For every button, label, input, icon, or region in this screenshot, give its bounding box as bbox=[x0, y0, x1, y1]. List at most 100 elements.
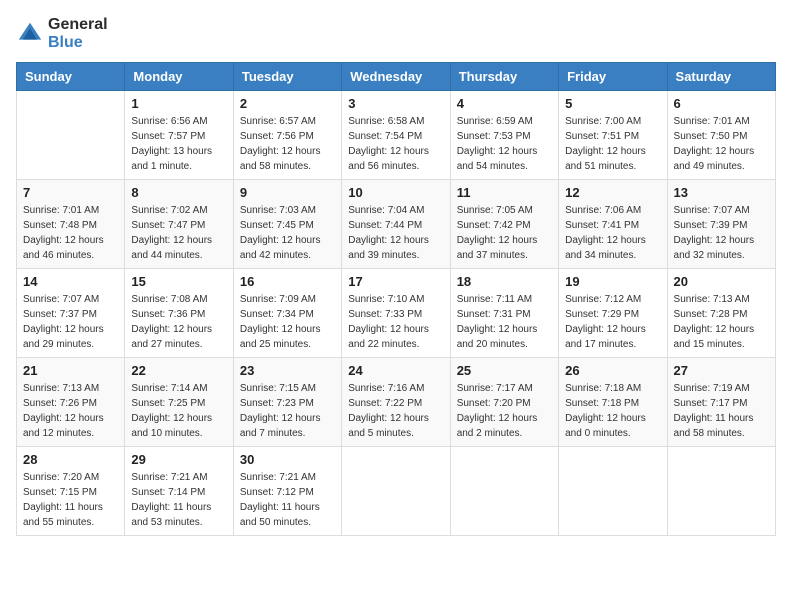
day-cell: 27 Sunrise: 7:19 AMSunset: 7:17 PMDayligh… bbox=[667, 358, 775, 447]
day-info: Sunrise: 7:14 AMSunset: 7:25 PMDaylight:… bbox=[131, 381, 226, 441]
day-number: 4 bbox=[457, 96, 552, 111]
day-number: 3 bbox=[348, 96, 443, 111]
day-info: Sunrise: 7:03 AMSunset: 7:45 PMDaylight:… bbox=[240, 203, 335, 263]
day-cell: 10 Sunrise: 7:04 AMSunset: 7:44 PMDayligh… bbox=[342, 180, 450, 269]
day-number: 27 bbox=[674, 363, 769, 378]
weekday-header: Monday bbox=[125, 63, 233, 91]
day-number: 1 bbox=[131, 96, 226, 111]
day-cell: 14 Sunrise: 7:07 AMSunset: 7:37 PMDayligh… bbox=[17, 269, 125, 358]
day-number: 14 bbox=[23, 274, 118, 289]
day-number: 11 bbox=[457, 185, 552, 200]
day-number: 12 bbox=[565, 185, 660, 200]
day-number: 30 bbox=[240, 452, 335, 467]
day-cell: 29Sunrise: 7:21 AMSunset: 7:14 PMDayligh… bbox=[125, 447, 233, 536]
day-info: Sunrise: 7:09 AMSunset: 7:34 PMDaylight:… bbox=[240, 292, 335, 352]
day-number: 2 bbox=[240, 96, 335, 111]
calendar: SundayMondayTuesdayWednesdayThursdayFrid… bbox=[16, 62, 776, 536]
day-info: Sunrise: 7:02 AMSunset: 7:47 PMDaylight:… bbox=[131, 203, 226, 263]
day-cell: 19 Sunrise: 7:12 AMSunset: 7:29 PMDayligh… bbox=[559, 269, 667, 358]
day-cell bbox=[342, 447, 450, 536]
week-row: 1Sunrise: 6:56 AMSunset: 7:57 PMDaylight… bbox=[17, 91, 776, 180]
day-info: Sunrise: 7:05 AMSunset: 7:42 PMDaylight:… bbox=[457, 203, 552, 263]
day-cell: 12 Sunrise: 7:06 AMSunset: 7:41 PMDayligh… bbox=[559, 180, 667, 269]
day-cell: 6Sunrise: 7:01 AMSunset: 7:50 PMDaylight… bbox=[667, 91, 775, 180]
day-number: 21 bbox=[23, 363, 118, 378]
day-number: 7 bbox=[23, 185, 118, 200]
day-number: 23 bbox=[240, 363, 335, 378]
week-row: 21 Sunrise: 7:13 AMSunset: 7:26 PMDayligh… bbox=[17, 358, 776, 447]
day-cell: 5 Sunrise: 7:00 AMSunset: 7:51 PMDaylight… bbox=[559, 91, 667, 180]
day-info: Sunrise: 6:58 AMSunset: 7:54 PMDaylight:… bbox=[348, 114, 443, 174]
day-number: 5 bbox=[565, 96, 660, 111]
day-info: Sunrise: 7:19 AMSunset: 7:17 PMDaylight:… bbox=[674, 381, 769, 441]
day-info: Sunrise: 7:01 AMSunset: 7:48 PMDaylight:… bbox=[23, 203, 118, 263]
day-info: Sunrise: 7:11 AMSunset: 7:31 PMDaylight:… bbox=[457, 292, 552, 352]
day-info: Sunrise: 7:07 AMSunset: 7:37 PMDaylight:… bbox=[23, 292, 118, 352]
week-row: 14 Sunrise: 7:07 AMSunset: 7:37 PMDayligh… bbox=[17, 269, 776, 358]
day-cell: 26 Sunrise: 7:18 AMSunset: 7:18 PMDayligh… bbox=[559, 358, 667, 447]
day-info: Sunrise: 7:20 AMSunset: 7:15 PMDaylight:… bbox=[23, 470, 118, 530]
day-cell bbox=[450, 447, 558, 536]
weekday-header: Thursday bbox=[450, 63, 558, 91]
day-cell: 21 Sunrise: 7:13 AMSunset: 7:26 PMDayligh… bbox=[17, 358, 125, 447]
weekday-header-row: SundayMondayTuesdayWednesdayThursdayFrid… bbox=[17, 63, 776, 91]
day-info: Sunrise: 7:13 AMSunset: 7:26 PMDaylight:… bbox=[23, 381, 118, 441]
day-info: Sunrise: 7:06 AMSunset: 7:41 PMDaylight:… bbox=[565, 203, 660, 263]
day-info: Sunrise: 7:18 AMSunset: 7:18 PMDaylight:… bbox=[565, 381, 660, 441]
day-cell: 30 Sunrise: 7:21 AMSunset: 7:12 PMDayligh… bbox=[233, 447, 341, 536]
day-cell: 4Sunrise: 6:59 AMSunset: 7:53 PMDaylight… bbox=[450, 91, 558, 180]
day-number: 18 bbox=[457, 274, 552, 289]
day-number: 17 bbox=[348, 274, 443, 289]
day-info: Sunrise: 7:16 AMSunset: 7:22 PMDaylight:… bbox=[348, 381, 443, 441]
day-cell: 24 Sunrise: 7:16 AMSunset: 7:22 PMDayligh… bbox=[342, 358, 450, 447]
day-cell: 9 Sunrise: 7:03 AMSunset: 7:45 PMDaylight… bbox=[233, 180, 341, 269]
day-number: 24 bbox=[348, 363, 443, 378]
day-number: 28 bbox=[23, 452, 118, 467]
day-number: 16 bbox=[240, 274, 335, 289]
day-cell: 18 Sunrise: 7:11 AMSunset: 7:31 PMDayligh… bbox=[450, 269, 558, 358]
weekday-header: Wednesday bbox=[342, 63, 450, 91]
day-cell: 22 Sunrise: 7:14 AMSunset: 7:25 PMDayligh… bbox=[125, 358, 233, 447]
day-cell bbox=[667, 447, 775, 536]
day-cell bbox=[559, 447, 667, 536]
day-number: 19 bbox=[565, 274, 660, 289]
day-info: Sunrise: 7:12 AMSunset: 7:29 PMDaylight:… bbox=[565, 292, 660, 352]
day-cell: 25 Sunrise: 7:17 AMSunset: 7:20 PMDayligh… bbox=[450, 358, 558, 447]
day-cell: 8 Sunrise: 7:02 AMSunset: 7:47 PMDaylight… bbox=[125, 180, 233, 269]
day-info: Sunrise: 7:21 AMSunset: 7:12 PMDaylight:… bbox=[240, 470, 335, 530]
day-info: Sunrise: 7:17 AMSunset: 7:20 PMDaylight:… bbox=[457, 381, 552, 441]
day-info: Sunrise: 7:04 AMSunset: 7:44 PMDaylight:… bbox=[348, 203, 443, 263]
day-number: 25 bbox=[457, 363, 552, 378]
day-info: Sunrise: 7:08 AMSunset: 7:36 PMDaylight:… bbox=[131, 292, 226, 352]
day-cell: 23Sunrise: 7:15 AMSunset: 7:23 PMDayligh… bbox=[233, 358, 341, 447]
day-cell: 17 Sunrise: 7:10 AMSunset: 7:33 PMDayligh… bbox=[342, 269, 450, 358]
weekday-header: Tuesday bbox=[233, 63, 341, 91]
day-number: 10 bbox=[348, 185, 443, 200]
day-cell: 20Sunrise: 7:13 AMSunset: 7:28 PMDayligh… bbox=[667, 269, 775, 358]
day-cell: 1Sunrise: 6:56 AMSunset: 7:57 PMDaylight… bbox=[125, 91, 233, 180]
day-cell: 28 Sunrise: 7:20 AMSunset: 7:15 PMDayligh… bbox=[17, 447, 125, 536]
day-info: Sunrise: 7:13 AMSunset: 7:28 PMDaylight:… bbox=[674, 292, 769, 352]
day-info: Sunrise: 6:57 AMSunset: 7:56 PMDaylight:… bbox=[240, 114, 335, 174]
day-cell: 16 Sunrise: 7:09 AMSunset: 7:34 PMDayligh… bbox=[233, 269, 341, 358]
weekday-header: Sunday bbox=[17, 63, 125, 91]
day-cell: 7 Sunrise: 7:01 AMSunset: 7:48 PMDaylight… bbox=[17, 180, 125, 269]
weekday-header: Saturday bbox=[667, 63, 775, 91]
day-number: 22 bbox=[131, 363, 226, 378]
day-cell: 13Sunrise: 7:07 AMSunset: 7:39 PMDayligh… bbox=[667, 180, 775, 269]
logo-text: General Blue bbox=[48, 16, 108, 52]
day-number: 9 bbox=[240, 185, 335, 200]
day-info: Sunrise: 7:00 AMSunset: 7:51 PMDaylight:… bbox=[565, 114, 660, 174]
day-info: Sunrise: 7:01 AMSunset: 7:50 PMDaylight:… bbox=[674, 114, 769, 174]
day-number: 26 bbox=[565, 363, 660, 378]
day-number: 15 bbox=[131, 274, 226, 289]
day-number: 13 bbox=[674, 185, 769, 200]
calendar-header: SundayMondayTuesdayWednesdayThursdayFrid… bbox=[17, 63, 776, 91]
day-cell: 15 Sunrise: 7:08 AMSunset: 7:36 PMDayligh… bbox=[125, 269, 233, 358]
day-info: Sunrise: 7:10 AMSunset: 7:33 PMDaylight:… bbox=[348, 292, 443, 352]
day-cell bbox=[17, 91, 125, 180]
day-info: Sunrise: 7:21 AMSunset: 7:14 PMDaylight:… bbox=[131, 470, 226, 530]
day-cell: 2 Sunrise: 6:57 AMSunset: 7:56 PMDaylight… bbox=[233, 91, 341, 180]
logo-icon bbox=[16, 20, 44, 48]
day-number: 8 bbox=[131, 185, 226, 200]
